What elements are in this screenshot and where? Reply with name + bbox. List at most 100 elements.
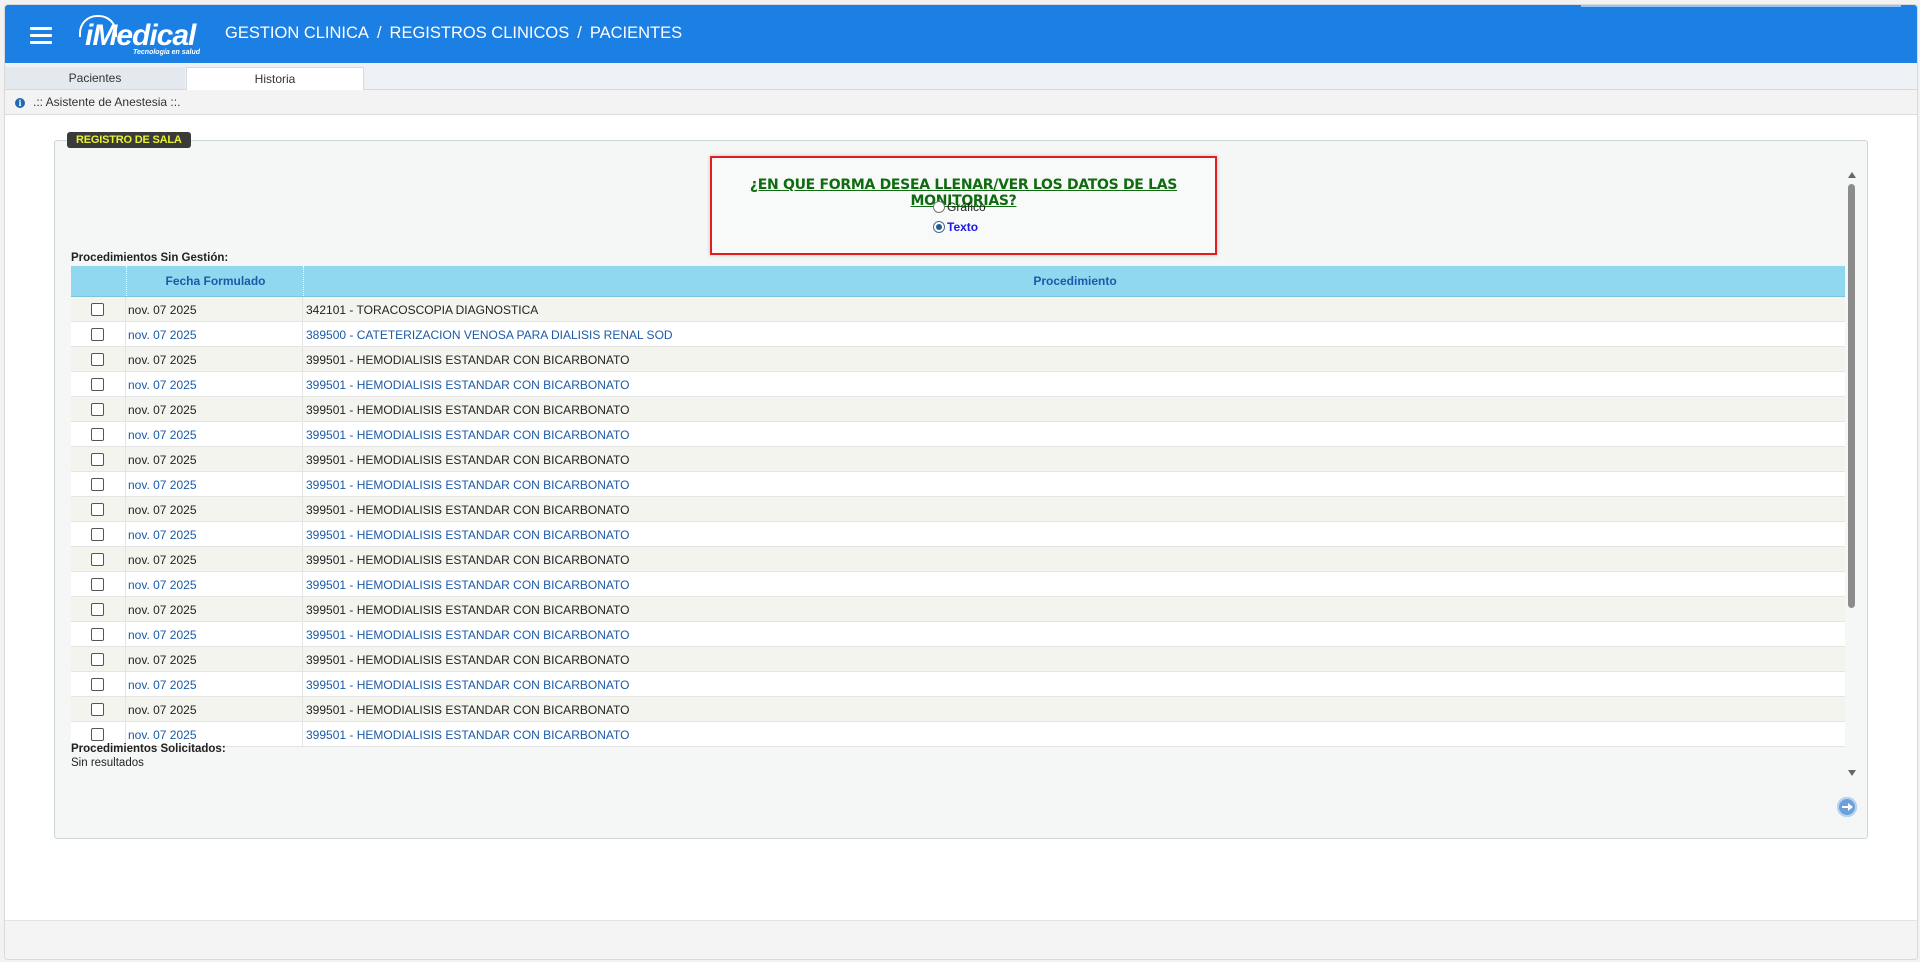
column-divider	[302, 347, 303, 371]
fecha-cell: nov. 07 2025	[128, 503, 197, 517]
column-divider	[302, 472, 303, 496]
arrow-right-circle-icon[interactable]	[1837, 797, 1857, 817]
imedical-logo[interactable]: iMedical Tecnología en salud	[77, 13, 212, 57]
row-checkbox[interactable]	[91, 628, 104, 641]
column-divider	[302, 572, 303, 596]
row-checkbox[interactable]	[91, 303, 104, 316]
scroll-up-icon[interactable]	[1848, 172, 1856, 178]
fecha-cell: nov. 07 2025	[128, 453, 197, 467]
column-divider	[302, 497, 303, 521]
row-checkbox[interactable]	[91, 328, 104, 341]
column-divider	[125, 397, 126, 421]
table-row[interactable]: nov. 07 2025 399501 - HEMODIALISIS ESTAND…	[71, 547, 1845, 572]
table-row[interactable]: nov. 07 2025 389500 - CATETERIZACION VENO…	[71, 322, 1845, 347]
column-divider	[125, 322, 126, 346]
row-checkbox[interactable]	[91, 478, 104, 491]
table-row[interactable]: nov. 07 2025 399501 - HEMODIALISIS ESTAND…	[71, 472, 1845, 497]
row-checkbox[interactable]	[91, 353, 104, 366]
column-divider	[302, 447, 303, 471]
grid-header: Fecha Formulado Procedimiento	[71, 266, 1845, 297]
panel-scrollbar[interactable]	[1846, 170, 1857, 778]
fecha-cell: nov. 07 2025	[128, 703, 197, 717]
radio-grafico-input[interactable]	[933, 201, 945, 213]
radio-texto-input[interactable]	[933, 221, 945, 233]
column-divider	[125, 522, 126, 546]
row-checkbox[interactable]	[91, 428, 104, 441]
column-divider	[302, 522, 303, 546]
row-checkbox[interactable]	[91, 703, 104, 716]
table-row[interactable]: nov. 07 2025 399501 - HEMODIALISIS ESTAND…	[71, 597, 1845, 622]
header-procedimiento[interactable]: Procedimiento	[303, 266, 1846, 296]
scroll-thumb[interactable]	[1848, 184, 1855, 608]
column-divider	[302, 672, 303, 696]
row-checkbox[interactable]	[91, 603, 104, 616]
column-divider	[302, 297, 303, 321]
column-divider	[125, 672, 126, 696]
row-checkbox[interactable]	[91, 578, 104, 591]
solicitados-empty: Sin resultados	[71, 757, 144, 769]
procedimiento-cell: 399501 - HEMODIALISIS ESTANDAR CON BICAR…	[306, 678, 630, 692]
column-divider	[125, 497, 126, 521]
breadcrumb-item-pacientes[interactable]: PACIENTES	[590, 24, 682, 42]
table-row[interactable]: nov. 07 2025 342101 - TORACOSCOPIA DIAGNO…	[71, 297, 1845, 322]
tab-historia[interactable]: Historia	[186, 67, 364, 90]
procedimiento-cell: 399501 - HEMODIALISIS ESTANDAR CON BICAR…	[306, 628, 630, 642]
column-divider	[125, 622, 126, 646]
row-checkbox[interactable]	[91, 678, 104, 691]
radio-texto[interactable]: Texto	[933, 220, 978, 234]
column-divider	[125, 597, 126, 621]
table-row[interactable]: nov. 07 2025 399501 - HEMODIALISIS ESTAND…	[71, 347, 1845, 372]
column-divider	[125, 572, 126, 596]
column-divider	[125, 297, 126, 321]
hamburger-menu-icon[interactable]	[30, 27, 52, 44]
table-row[interactable]: nov. 07 2025 399501 - HEMODIALISIS ESTAND…	[71, 422, 1845, 447]
table-row[interactable]: nov. 07 2025 399501 - HEMODIALISIS ESTAND…	[71, 647, 1845, 672]
table-row[interactable]: nov. 07 2025 399501 - HEMODIALISIS ESTAND…	[71, 497, 1845, 522]
table-row[interactable]: nov. 07 2025 399501 - HEMODIALISIS ESTAND…	[71, 397, 1845, 422]
row-checkbox[interactable]	[91, 403, 104, 416]
column-divider	[125, 347, 126, 371]
procedimiento-cell: 399501 - HEMODIALISIS ESTANDAR CON BICAR…	[306, 578, 630, 592]
fecha-cell: nov. 07 2025	[128, 728, 197, 742]
fecha-cell: nov. 07 2025	[128, 478, 197, 492]
row-checkbox[interactable]	[91, 653, 104, 666]
fecha-cell: nov. 07 2025	[128, 528, 197, 542]
row-checkbox[interactable]	[91, 453, 104, 466]
table-row[interactable]: nov. 07 2025 399501 - HEMODIALISIS ESTAND…	[71, 522, 1845, 547]
fecha-cell: nov. 07 2025	[128, 403, 197, 417]
column-divider	[302, 622, 303, 646]
sin-gestion-label: Procedimientos Sin Gestión:	[71, 252, 229, 264]
table-row[interactable]: nov. 07 2025 399501 - HEMODIALISIS ESTAND…	[71, 622, 1845, 647]
fecha-cell: nov. 07 2025	[128, 603, 197, 617]
radio-grafico[interactable]: Gráfico	[933, 200, 986, 214]
row-checkbox[interactable]	[91, 503, 104, 516]
scroll-down-icon[interactable]	[1848, 770, 1856, 776]
assistant-label: .:: Asistente de Anestesia ::.	[33, 95, 181, 109]
fecha-cell: nov. 07 2025	[128, 328, 197, 342]
info-icon[interactable]: i	[15, 98, 25, 108]
procedimiento-cell: 399501 - HEMODIALISIS ESTANDAR CON BICAR…	[306, 703, 630, 717]
breadcrumb: GESTION CLINICA / REGISTROS CLINICOS / PACIE…	[225, 24, 683, 42]
column-divider	[125, 372, 126, 396]
footer-bar	[5, 920, 1917, 959]
row-checkbox[interactable]	[91, 728, 104, 741]
table-row[interactable]: nov. 07 2025 399501 - HEMODIALISIS ESTAND…	[71, 697, 1845, 722]
fecha-cell: nov. 07 2025	[128, 378, 197, 392]
fecha-cell: nov. 07 2025	[128, 428, 197, 442]
table-row[interactable]: nov. 07 2025 399501 - HEMODIALISIS ESTAND…	[71, 672, 1845, 697]
column-divider	[125, 447, 126, 471]
fecha-cell: nov. 07 2025	[128, 353, 197, 367]
row-checkbox[interactable]	[91, 553, 104, 566]
breadcrumb-item-registros[interactable]: REGISTROS CLINICOS	[390, 24, 570, 42]
row-checkbox[interactable]	[91, 378, 104, 391]
fecha-cell: nov. 07 2025	[128, 653, 197, 667]
table-row[interactable]: nov. 07 2025 399501 - HEMODIALISIS ESTAND…	[71, 572, 1845, 597]
tab-pacientes[interactable]: Pacientes	[5, 67, 185, 89]
table-row[interactable]: nov. 07 2025 399501 - HEMODIALISIS ESTAND…	[71, 722, 1845, 747]
monitoring-mode-box: ¿EN QUE FORMA DESEA LLENAR/VER LOS DATOS…	[710, 156, 1217, 255]
table-row[interactable]: nov. 07 2025 399501 - HEMODIALISIS ESTAND…	[71, 447, 1845, 472]
table-row[interactable]: nov. 07 2025 399501 - HEMODIALISIS ESTAND…	[71, 372, 1845, 397]
row-checkbox[interactable]	[91, 528, 104, 541]
breadcrumb-item-gestion[interactable]: GESTION CLINICA	[225, 24, 369, 42]
header-fecha[interactable]: Fecha Formulado	[126, 266, 304, 296]
